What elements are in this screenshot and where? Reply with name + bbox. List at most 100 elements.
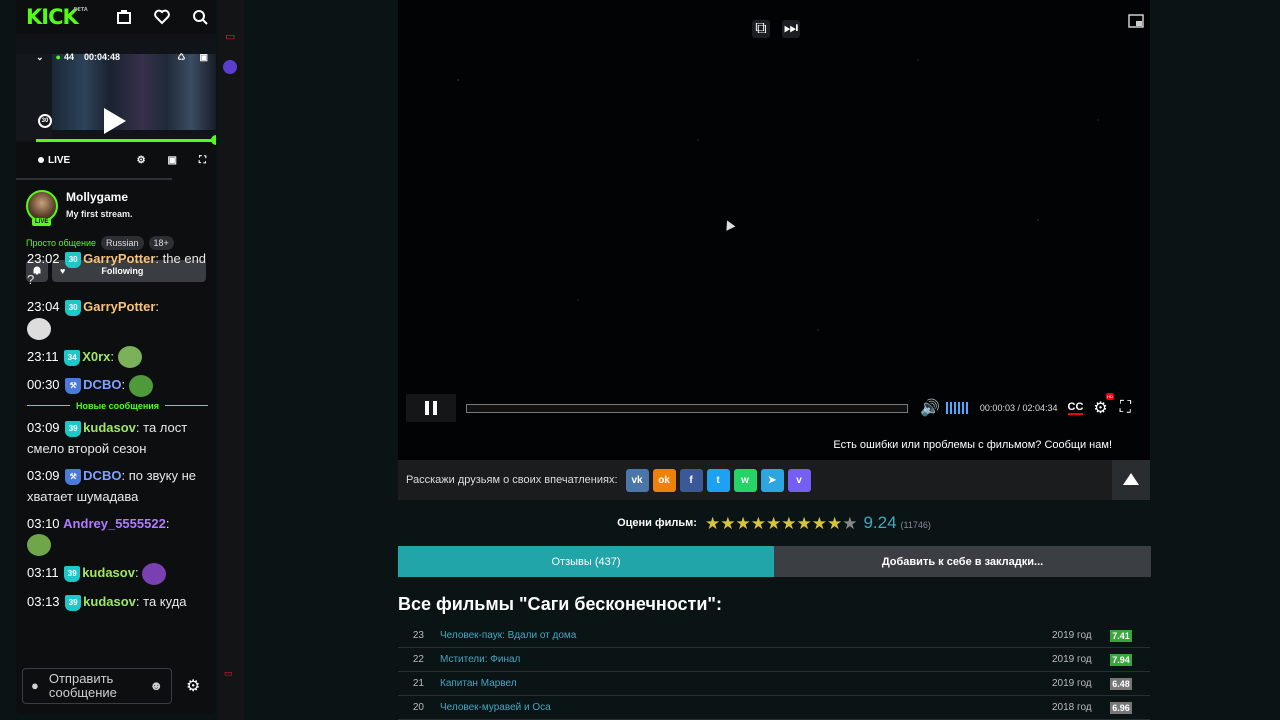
- film-title-link[interactable]: Капитан Марвел: [440, 678, 1052, 689]
- chat-username[interactable]: X0rx: [82, 349, 110, 364]
- share-label: Расскажи друзьям о своих впечатлениях:: [406, 474, 618, 486]
- fullscreen-icon[interactable]: ⛶: [199, 155, 206, 166]
- mini-progress-bar[interactable]: [36, 139, 216, 142]
- chat-input[interactable]: ● Отправить сообщение ☻: [22, 668, 172, 704]
- viewer-count: ● 44: [55, 52, 74, 62]
- star-icon[interactable]: ★: [735, 515, 750, 532]
- pip-icon[interactable]: ▣: [168, 155, 177, 166]
- share-bar: Расскажи друзьям о своих впечатлениях: v…: [398, 460, 1150, 500]
- chat-message: 03:13 39 kudasov: та куда: [27, 593, 187, 611]
- fullscreen-icon[interactable]: ⛶: [1120, 399, 1131, 417]
- avatar[interactable]: LIVE: [26, 190, 58, 226]
- film-title-link[interactable]: Человек-паук: Вдали от дома: [440, 630, 1052, 641]
- star-icon[interactable]: ★: [751, 515, 766, 532]
- mic-icon[interactable]: ●: [31, 679, 39, 693]
- popout-icon[interactable]: ⧉: [752, 20, 770, 38]
- rating-label: Оцени фильм:: [617, 517, 697, 529]
- clip-icon[interactable]: ♺: [177, 52, 185, 63]
- extension-icon[interactable]: ▭: [225, 30, 235, 43]
- streamer-name[interactable]: Mollygame: [66, 190, 133, 204]
- chat-message: 03:11 39 kudasov:: [27, 562, 208, 585]
- video-player[interactable]: ⧉ ⏭ 🔊 00:00:03 / 02:04:34 CC ⚙ HD ⛶: [398, 0, 1150, 430]
- kick-logo[interactable]: KICK BETA: [26, 5, 88, 29]
- chat-username[interactable]: DCBO: [83, 377, 121, 392]
- extension-icon[interactable]: [223, 60, 237, 74]
- film-score: 6.48: [1110, 677, 1132, 690]
- sub-badge: 39: [65, 594, 82, 611]
- pip-icon[interactable]: [1128, 14, 1144, 28]
- sub-badge: 39: [65, 420, 82, 437]
- whatsapp-share-button[interactable]: w: [733, 468, 757, 492]
- film-row[interactable]: 21 Капитан Марвел 2019 год 6.48: [398, 672, 1150, 696]
- playback-time: 00:00:03 / 02:04:34: [979, 403, 1058, 413]
- rating-votes: (11746): [900, 520, 931, 530]
- search-icon[interactable]: [192, 9, 208, 25]
- film-year: 2019 год: [1052, 630, 1092, 641]
- extension-icon[interactable]: ▭: [224, 668, 233, 679]
- new-messages-divider: Новые сообщения: [27, 401, 208, 411]
- saga-title: Все фильмы "Саги бесконечности":: [398, 594, 722, 614]
- star-icon[interactable]: ★: [812, 515, 827, 532]
- rating-score: 9.24: [863, 513, 897, 532]
- kick-panel: KICK BETA ⌄ ● 44 00:04:48 ♺ ▣ 30 LIVE ⚙ ▣: [16, 0, 216, 714]
- star-icon[interactable]: ★: [766, 515, 781, 532]
- player-controls: 🔊 00:00:03 / 02:04:34 CC ⚙ HD ⛶: [406, 393, 1142, 422]
- theater-icon[interactable]: ▣: [199, 52, 208, 63]
- twitter-share-button[interactable]: t: [706, 468, 730, 492]
- scroll-up-button[interactable]: [1112, 460, 1150, 500]
- tab-bar: Отзывы (437) Добавить к себе в закладки.…: [398, 546, 1151, 577]
- chat-message: 03:09 39 kudasov: та лост смело второй се…: [27, 419, 188, 456]
- rewind-icon[interactable]: 30: [38, 114, 52, 128]
- pause-button[interactable]: [406, 394, 456, 422]
- star-icon[interactable]: ★: [827, 515, 842, 532]
- chat-username[interactable]: GarryPotter: [83, 299, 155, 314]
- film-score: 6.96: [1110, 701, 1132, 714]
- film-row[interactable]: 22 Мстители: Финал 2019 год 7.94: [398, 648, 1150, 672]
- film-number: 20: [412, 702, 424, 713]
- chat-username[interactable]: kudasov: [82, 565, 135, 580]
- stream-time: 00:04:48: [84, 52, 121, 62]
- film-list: 23 Человек-паук: Вдали от дома 2019 год 7.4…: [398, 624, 1150, 720]
- error-report-link[interactable]: Есть ошибки или проблемы с фильмом? Сооб…: [398, 430, 1150, 460]
- chat-username[interactable]: DCBO: [83, 468, 121, 483]
- vk-share-button[interactable]: vk: [625, 468, 649, 492]
- browse-icon[interactable]: [116, 9, 132, 25]
- chat-username[interactable]: GarryPotter: [83, 251, 155, 266]
- film-title-link[interactable]: Мстители: Финал: [440, 654, 1052, 665]
- next-icon[interactable]: ⏭: [782, 20, 800, 38]
- viber-share-button[interactable]: v: [787, 468, 811, 492]
- mini-player[interactable]: ⌄ ● 44 00:04:48 ♺ ▣ 30: [16, 34, 216, 145]
- film-row[interactable]: 20 Человек-муравей и Оса 2018 год 6.96: [398, 696, 1150, 720]
- settings-icon[interactable]: ⚙: [137, 155, 146, 166]
- mini-progress-knob[interactable]: [211, 135, 216, 145]
- settings-icon[interactable]: ⚙ HD: [1093, 393, 1114, 418]
- chat-username[interactable]: kudasov: [83, 594, 136, 609]
- facebook-share-button[interactable]: f: [679, 468, 703, 492]
- chat-username[interactable]: Andrey_5555522: [63, 516, 166, 531]
- rating-stars[interactable]: ★ ★ ★ ★ ★ ★ ★ ★ ★ ★: [705, 515, 858, 532]
- star-icon[interactable]: ★: [842, 515, 857, 532]
- chat-list[interactable]: 23:02 30 GarryPotter: the end ? 23:04 30 G…: [16, 248, 216, 653]
- seek-bar[interactable]: [466, 403, 908, 413]
- play-icon[interactable]: [104, 108, 126, 134]
- chat-username[interactable]: kudasov: [83, 420, 136, 435]
- film-row[interactable]: 23 Человек-паук: Вдали от дома 2019 год 7.4…: [398, 624, 1150, 648]
- star-icon[interactable]: ★: [796, 515, 811, 532]
- heart-icon[interactable]: [154, 9, 170, 25]
- telegram-share-button[interactable]: ➤: [760, 468, 784, 492]
- film-title-link[interactable]: Человек-муравей и Оса: [440, 702, 1052, 713]
- film-score: 7.94: [1110, 653, 1132, 666]
- volume-icon[interactable]: 🔊: [920, 398, 940, 418]
- ok-share-button[interactable]: ok: [652, 468, 676, 492]
- volume-slider[interactable]: [945, 402, 968, 414]
- tab-reviews[interactable]: Отзывы (437): [398, 546, 774, 577]
- star-icon[interactable]: ★: [781, 515, 796, 532]
- emoji-icon[interactable]: ☻: [149, 679, 163, 693]
- category-link[interactable]: Просто общение: [26, 238, 96, 248]
- star-icon[interactable]: ★: [720, 515, 735, 532]
- chat-settings-icon[interactable]: ⚙: [186, 676, 200, 696]
- captions-button[interactable]: CC: [1067, 401, 1084, 415]
- chevron-down-icon[interactable]: ⌄: [36, 52, 44, 63]
- tab-bookmark[interactable]: Добавить к себе в закладки...: [774, 546, 1151, 577]
- star-icon[interactable]: ★: [705, 515, 720, 532]
